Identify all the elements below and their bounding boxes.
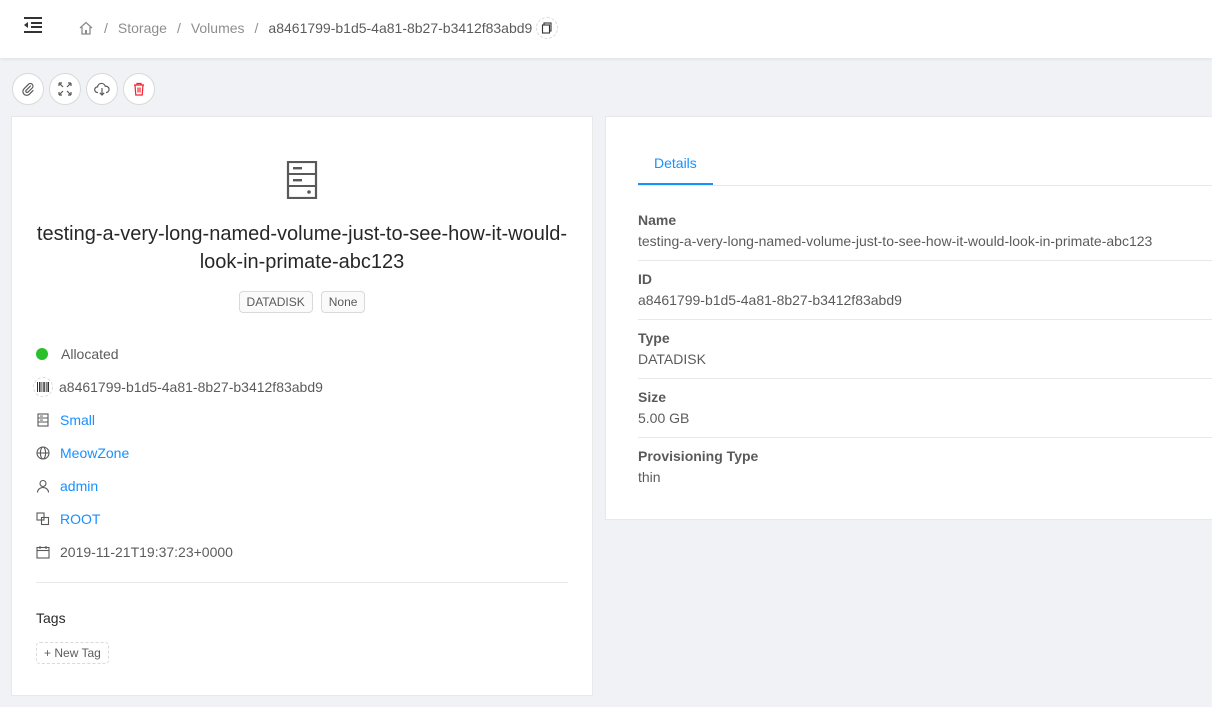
status-row: Allocated — [36, 337, 576, 370]
detail-item-size: Size 5.00 GB — [638, 379, 1212, 438]
account-row: admin — [36, 469, 576, 502]
tab-details[interactable]: Details — [638, 155, 713, 185]
status-text: Allocated — [61, 345, 119, 362]
top-bar: / Storage / Volumes / a8461799-b1d5-4a81… — [0, 0, 1212, 58]
status-dot — [36, 347, 48, 360]
plus-icon: + — [44, 646, 52, 660]
detail-item-type: Type DATADISK — [638, 320, 1212, 379]
detail-item-provisioning-type: Provisioning Type thin — [638, 438, 1212, 497]
home-icon[interactable] — [78, 20, 94, 36]
barcode-icon[interactable] — [33, 376, 53, 397]
details-card: Details Name testing-a-very-long-named-v… — [605, 116, 1212, 520]
breadcrumb: / Storage / Volumes / a8461799-b1d5-4a81… — [78, 17, 559, 39]
fullscreen-icon — [58, 82, 72, 96]
global-icon — [36, 445, 50, 460]
offering-row: Small — [36, 403, 576, 436]
delete-volume-button[interactable] — [123, 73, 155, 105]
account-link[interactable]: admin — [60, 478, 98, 494]
volume-id: a8461799-b1d5-4a81-8b27-b3412f83abd9 — [59, 378, 323, 395]
breadcrumb-storage[interactable]: Storage — [118, 20, 167, 36]
zone-link[interactable]: MeowZone — [60, 445, 129, 461]
volume-tag: None — [320, 291, 366, 313]
detail-label: Type — [638, 330, 670, 346]
volume-name: testing-a-very-long-named-volume-just-to… — [36, 223, 568, 273]
created-date: 2019-11-21T19:37:23+0000 — [60, 543, 233, 560]
detail-label: Name — [638, 212, 677, 228]
detail-value: 5.00 GB — [638, 410, 690, 426]
detail-label: Provisioning Type — [638, 448, 759, 464]
detail-value: a8461799-b1d5-4a81-8b27-b3412f83abd9 — [638, 292, 902, 308]
breadcrumb-separator: / — [104, 20, 108, 36]
domain-row: ROOT — [36, 502, 576, 535]
detail-value: DATADISK — [638, 351, 706, 367]
new-tag-label: New Tag — [54, 646, 101, 660]
breadcrumb-separator: / — [176, 20, 181, 36]
id-row: a8461799-b1d5-4a81-8b27-b3412f83abd9 — [33, 370, 576, 403]
hdd-icon — [286, 160, 318, 204]
tab-bar: Details — [638, 145, 1212, 186]
copy-icon — [542, 22, 552, 34]
calendar-icon — [36, 545, 50, 559]
action-bar — [12, 73, 155, 105]
menu-fold-icon[interactable] — [22, 14, 44, 36]
copy-button[interactable] — [536, 17, 559, 39]
attach-iso-button[interactable] — [12, 73, 44, 105]
detail-item-name: Name testing-a-very-long-named-volume-ju… — [638, 202, 1212, 261]
volume-type-tag: DATADISK — [238, 291, 313, 313]
detail-value: thin — [638, 469, 661, 485]
disk-offering-icon — [36, 412, 50, 427]
breadcrumb-volumes[interactable]: Volumes — [191, 20, 245, 36]
detail-item-id: ID a8461799-b1d5-4a81-8b27-b3412f83abd9 — [638, 261, 1212, 320]
block-icon — [36, 511, 50, 526]
detail-label: Size — [638, 389, 667, 405]
cloud-download-icon — [94, 82, 110, 96]
divider — [36, 582, 568, 583]
zone-row: MeowZone — [36, 436, 576, 469]
user-icon — [36, 479, 50, 493]
domain-link[interactable]: ROOT — [60, 511, 100, 527]
disk-offering-link[interactable]: Small — [60, 412, 95, 428]
tags-title: Tags — [36, 610, 66, 626]
detail-value: testing-a-very-long-named-volume-just-to… — [638, 233, 1153, 249]
volume-tags: DATADISK None — [12, 291, 592, 313]
created-row: 2019-11-21T19:37:23+0000 — [36, 535, 576, 568]
breadcrumb-separator: / — [254, 20, 259, 36]
breadcrumb-current: a8461799-b1d5-4a81-8b27-b3412f83abd9 — [268, 20, 533, 36]
paperclip-icon — [22, 82, 34, 96]
resize-volume-button[interactable] — [49, 73, 81, 105]
download-volume-button[interactable] — [86, 73, 118, 105]
volume-summary-card: testing-a-very-long-named-volume-just-to… — [11, 116, 593, 696]
detail-label: ID — [638, 271, 652, 287]
new-tag-button[interactable]: + New Tag — [36, 642, 109, 664]
details-list: Name testing-a-very-long-named-volume-ju… — [638, 202, 1212, 497]
delete-icon — [134, 82, 144, 96]
volume-info-list: Allocated a8461799-b1d5-4a81-8b27-b3412f… — [33, 337, 576, 568]
